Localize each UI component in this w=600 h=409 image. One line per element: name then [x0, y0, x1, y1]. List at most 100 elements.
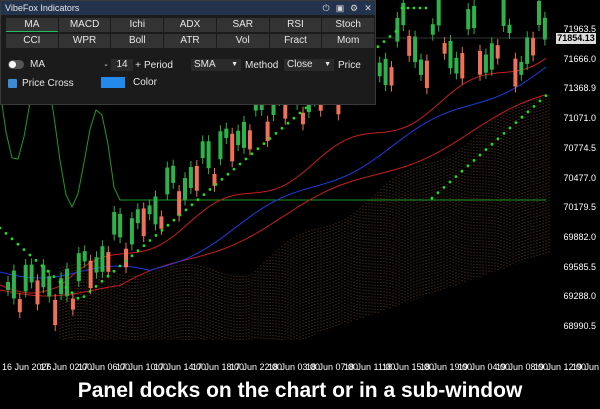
tab-boll[interactable]: Boll [111, 34, 164, 48]
candle-body [188, 167, 193, 189]
sar-dot [544, 94, 548, 97]
tab-macd[interactable]: MACD [58, 18, 111, 32]
panel-titlebar[interactable]: VibeFox Indicators ⏻ ▣ ⚙ ✕ [1, 1, 375, 15]
sar-dot [208, 188, 212, 191]
sar-dot [100, 279, 104, 283]
candle-body [454, 57, 459, 74]
sar-dot [118, 264, 122, 268]
period-input[interactable]: 14 [111, 59, 133, 71]
sar-dot [4, 232, 8, 235]
tab-ichi[interactable]: Ichi [111, 18, 164, 32]
sar-dot [148, 239, 152, 242]
candle-body [501, 0, 506, 26]
price-axis-label: 70774.5 [563, 142, 596, 153]
color-swatch[interactable] [101, 77, 125, 88]
candle-body [542, 17, 547, 40]
color-label: Color [133, 77, 157, 88]
sar-dot [514, 121, 518, 124]
price-axis-label: 69882.0 [563, 231, 596, 242]
color-row: Color [101, 77, 157, 88]
tab-mom[interactable]: Mom [322, 34, 375, 48]
sar-dot [526, 110, 530, 114]
candle-body [413, 36, 418, 63]
sar-dot [28, 253, 32, 257]
sar-dot [232, 167, 236, 171]
ma-toggle[interactable] [8, 60, 24, 69]
candle-body [472, 5, 477, 29]
candle-body [153, 196, 158, 225]
candle-body [29, 264, 34, 283]
tab-ma[interactable]: MA [6, 18, 58, 32]
method-row: SMA ▼ Method [191, 59, 278, 71]
tab-fract[interactable]: Fract [269, 34, 322, 48]
sar-dot [484, 148, 488, 152]
tab-wpr[interactable]: WPR [58, 34, 111, 48]
sar-dot [466, 164, 470, 168]
sar-dot [64, 286, 68, 289]
price-axis-label: 71368.9 [563, 83, 596, 94]
sar-dot [298, 111, 302, 115]
tab-rsi[interactable]: RSI [269, 18, 322, 32]
sar-dot [304, 106, 308, 110]
sar-dot [202, 193, 206, 197]
sar-dot [376, 45, 380, 49]
tab-row-2: CCI WPR Boll ATR Vol Fract Mom [6, 34, 375, 48]
candle-body [94, 257, 99, 273]
candle-body [513, 58, 518, 87]
sar-dot [22, 248, 26, 252]
sar-dot [46, 269, 50, 273]
tab-cci[interactable]: CCI [6, 34, 58, 48]
price-select[interactable]: Close ▼ [284, 59, 334, 71]
sar-dot [280, 126, 284, 130]
tab-adx[interactable]: ADX [164, 18, 216, 32]
candle-body [224, 128, 229, 139]
sar-dot [0, 226, 2, 230]
candle-body [177, 191, 182, 216]
tab-stoch[interactable]: Stoch [322, 18, 375, 32]
tab-atr[interactable]: ATR [164, 34, 216, 48]
sar-dot [136, 249, 140, 253]
candle-body [141, 208, 146, 237]
tab-sar[interactable]: SAR [216, 18, 269, 32]
sar-dot [190, 203, 194, 207]
period-increment-button[interactable]: + [133, 60, 143, 71]
candle-body [230, 133, 235, 162]
sar-dot [382, 40, 386, 43]
sar-dot [130, 254, 134, 258]
candle-body [165, 167, 170, 195]
sar-dot [238, 162, 242, 166]
candle-body [242, 121, 246, 148]
candle-body [135, 209, 140, 224]
sar-dot [76, 296, 80, 300]
power-icon[interactable]: ⏻ [319, 1, 333, 15]
price-cross-row: Price Cross [8, 78, 74, 89]
candle-body [129, 218, 134, 245]
sar-dot [508, 126, 512, 130]
period-decrement-button[interactable]: - [101, 60, 111, 71]
method-select[interactable]: SMA ▼ [191, 59, 241, 71]
sar-dot [184, 208, 188, 212]
sar-dot [520, 115, 524, 119]
candle-body [82, 251, 87, 262]
sar-dot [292, 116, 296, 120]
candle-body [383, 58, 388, 86]
candle-body [247, 130, 252, 150]
period-stepper: - 14 + Period [101, 59, 173, 71]
sar-dot [424, 6, 428, 10]
sar-dot [226, 172, 230, 176]
gear-icon[interactable]: ⚙ [347, 1, 361, 15]
sar-dot [154, 234, 158, 237]
sar-dot [430, 196, 434, 200]
candle-body [483, 54, 488, 73]
tab-vol[interactable]: Vol [216, 34, 269, 48]
candle-body [59, 278, 64, 295]
sar-dot [418, 6, 422, 10]
sar-dot [460, 169, 464, 173]
sar-dot [448, 180, 452, 184]
close-icon[interactable]: ✕ [361, 1, 375, 15]
chevron-down-icon: ▼ [324, 61, 331, 68]
price-cross-checkbox[interactable] [8, 79, 17, 88]
save-icon[interactable]: ▣ [333, 1, 347, 15]
candle-body [436, 0, 441, 26]
price-row: Close ▼ Price [284, 59, 361, 71]
